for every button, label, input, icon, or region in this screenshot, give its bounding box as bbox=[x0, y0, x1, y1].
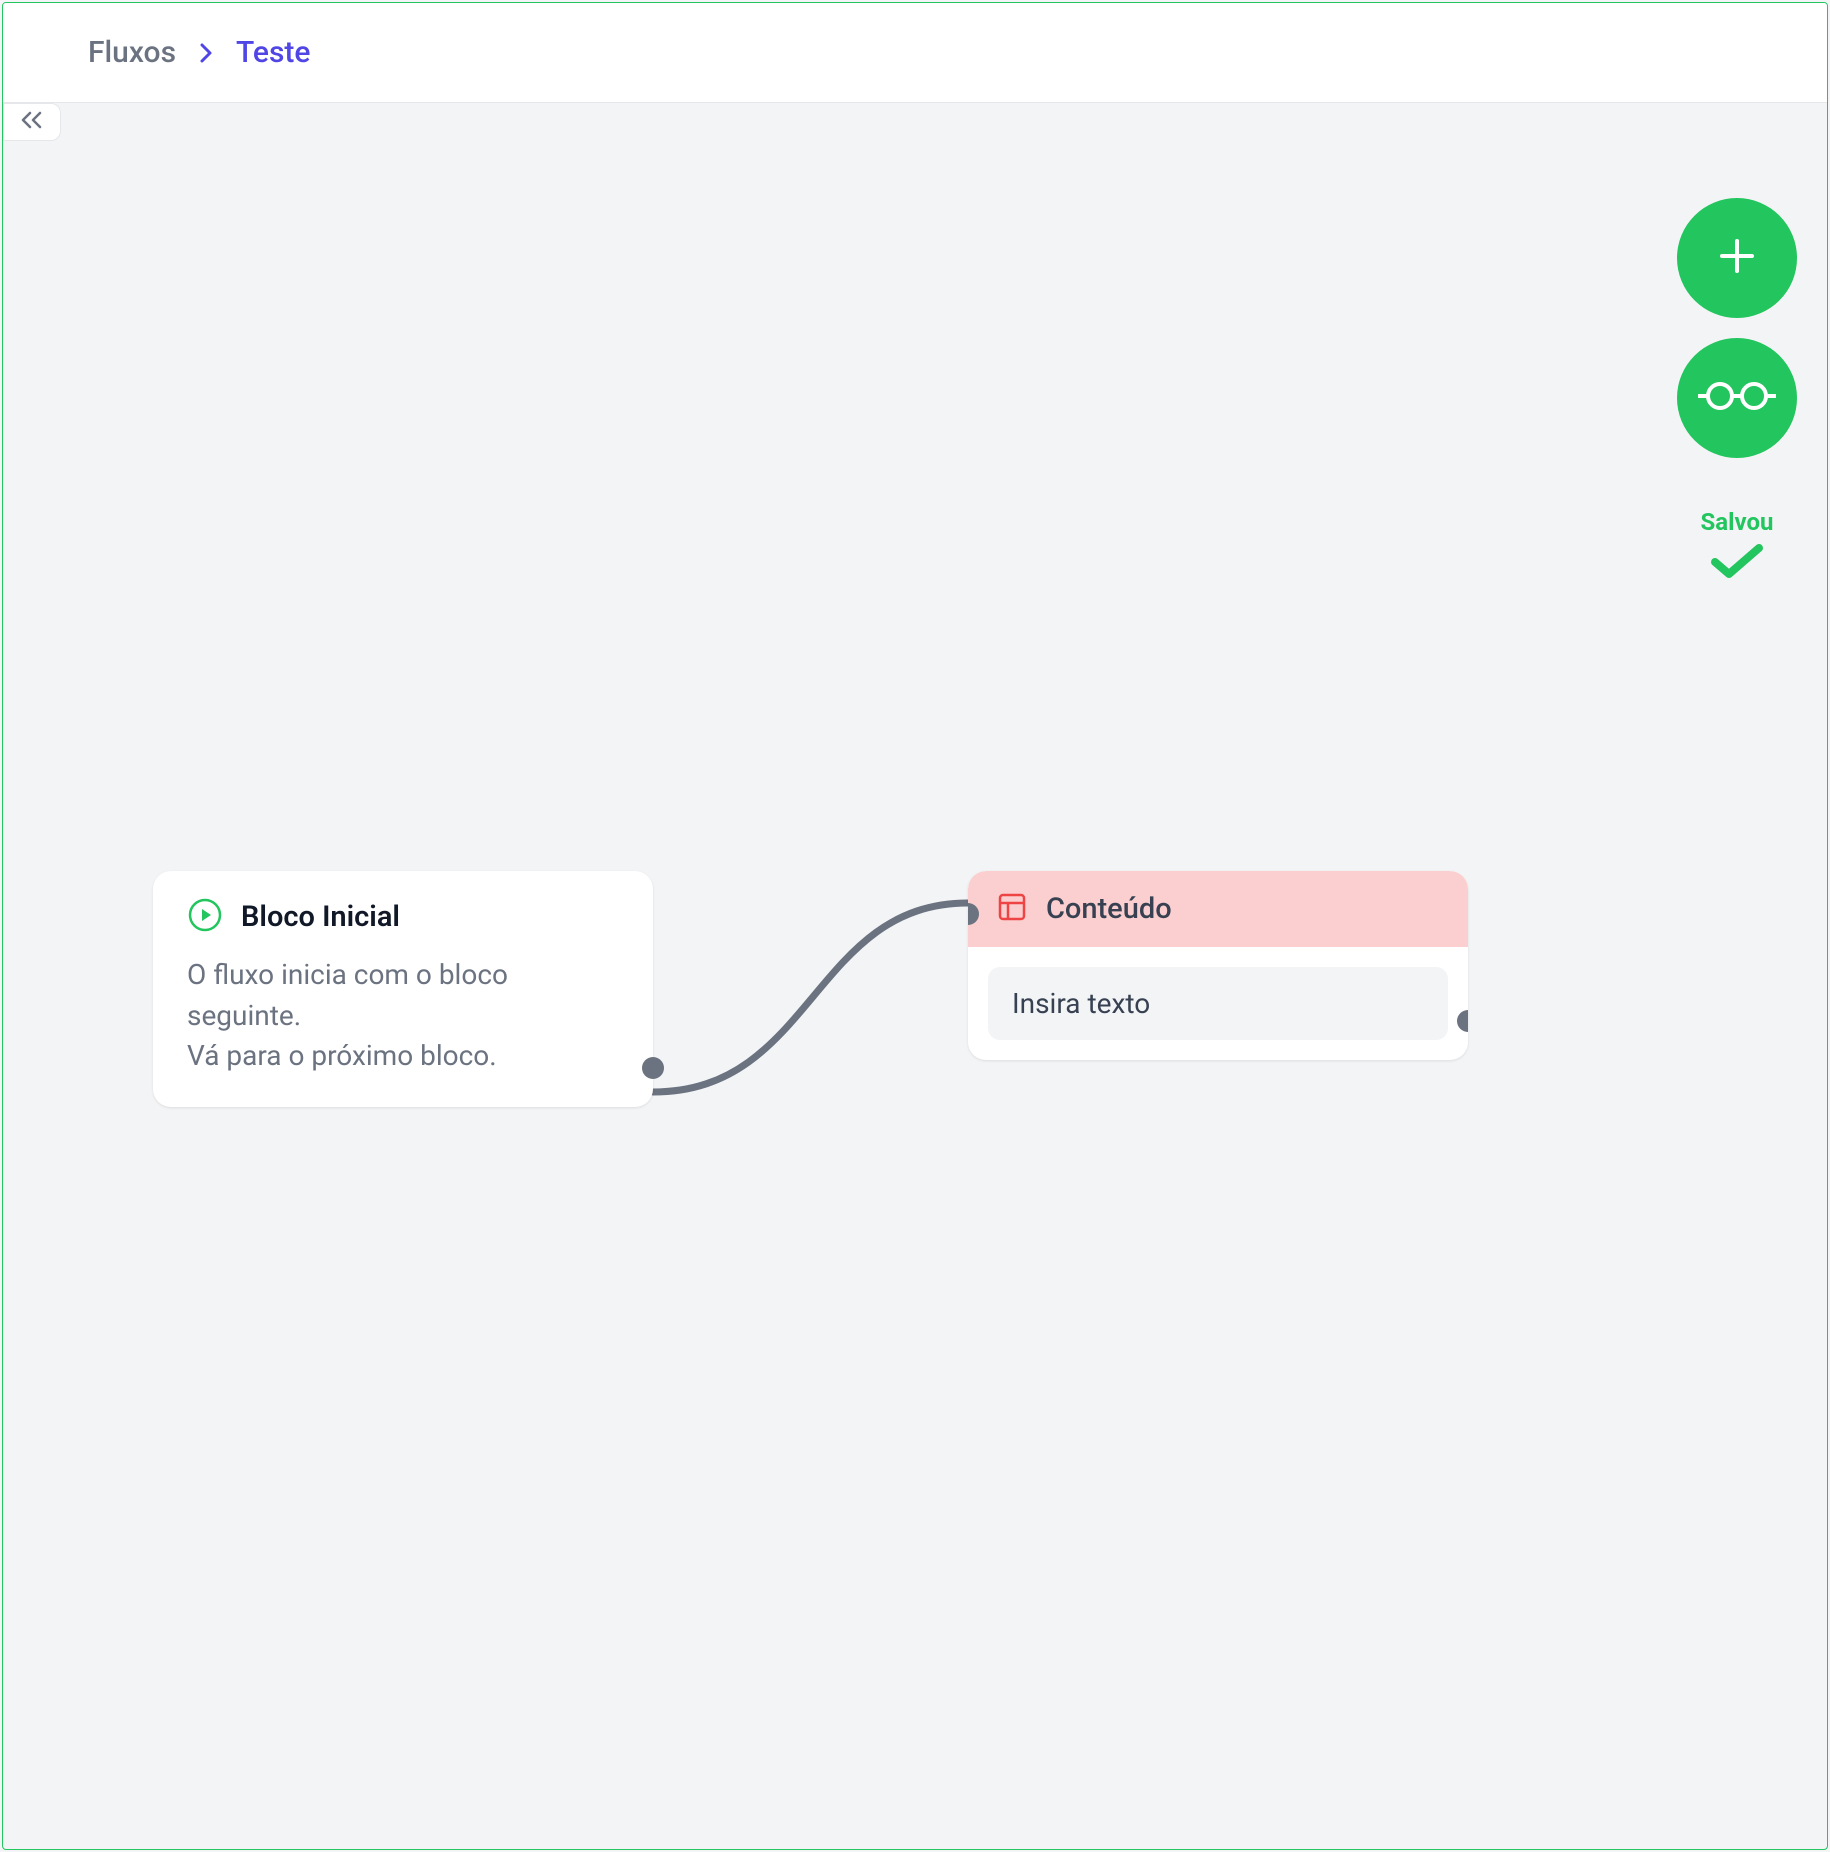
collapse-sidebar-button[interactable] bbox=[3, 103, 61, 141]
layout-icon bbox=[996, 891, 1028, 927]
node-content-body: Insira texto bbox=[968, 947, 1468, 1060]
node-content-title: Conteúdo bbox=[1046, 892, 1172, 926]
node-start-title: Bloco Inicial bbox=[241, 900, 400, 934]
node-content-header: Conteúdo bbox=[968, 871, 1468, 947]
topbar: Fluxos Teste bbox=[3, 3, 1827, 103]
check-icon bbox=[1707, 542, 1767, 586]
save-status: Salvou bbox=[1701, 508, 1774, 586]
port-out-start[interactable] bbox=[642, 1057, 664, 1079]
node-start-line1: O fluxo inicia com o bloco seguinte. bbox=[187, 955, 619, 1036]
double-chevron-left-icon bbox=[18, 110, 46, 134]
breadcrumb-current[interactable]: Teste bbox=[236, 35, 310, 70]
save-status-label: Salvou bbox=[1701, 508, 1774, 536]
flow-canvas[interactable]: Bloco Inicial O fluxo inicia com o bloco… bbox=[3, 103, 1827, 1849]
chevron-right-icon bbox=[198, 41, 214, 65]
plus-icon bbox=[1714, 233, 1760, 283]
breadcrumb-root-link[interactable]: Fluxos bbox=[88, 35, 176, 70]
content-text-input[interactable]: Insira texto bbox=[988, 967, 1448, 1040]
breadcrumb: Fluxos Teste bbox=[88, 35, 310, 70]
play-icon bbox=[187, 897, 223, 937]
edge-start-to-content bbox=[653, 903, 968, 1092]
node-start[interactable]: Bloco Inicial O fluxo inicia com o bloco… bbox=[153, 871, 653, 1107]
node-start-header: Bloco Inicial bbox=[187, 897, 619, 937]
node-start-body: O fluxo inicia com o bloco seguinte. Vá … bbox=[187, 955, 619, 1077]
node-start-line2: Vá para o próximo bloco. bbox=[187, 1036, 619, 1077]
add-block-button[interactable] bbox=[1677, 198, 1797, 318]
fab-column: Salvou bbox=[1677, 198, 1797, 586]
preview-button[interactable] bbox=[1677, 338, 1797, 458]
glasses-icon bbox=[1698, 376, 1776, 420]
node-content[interactable]: Conteúdo Insira texto bbox=[968, 871, 1468, 1060]
